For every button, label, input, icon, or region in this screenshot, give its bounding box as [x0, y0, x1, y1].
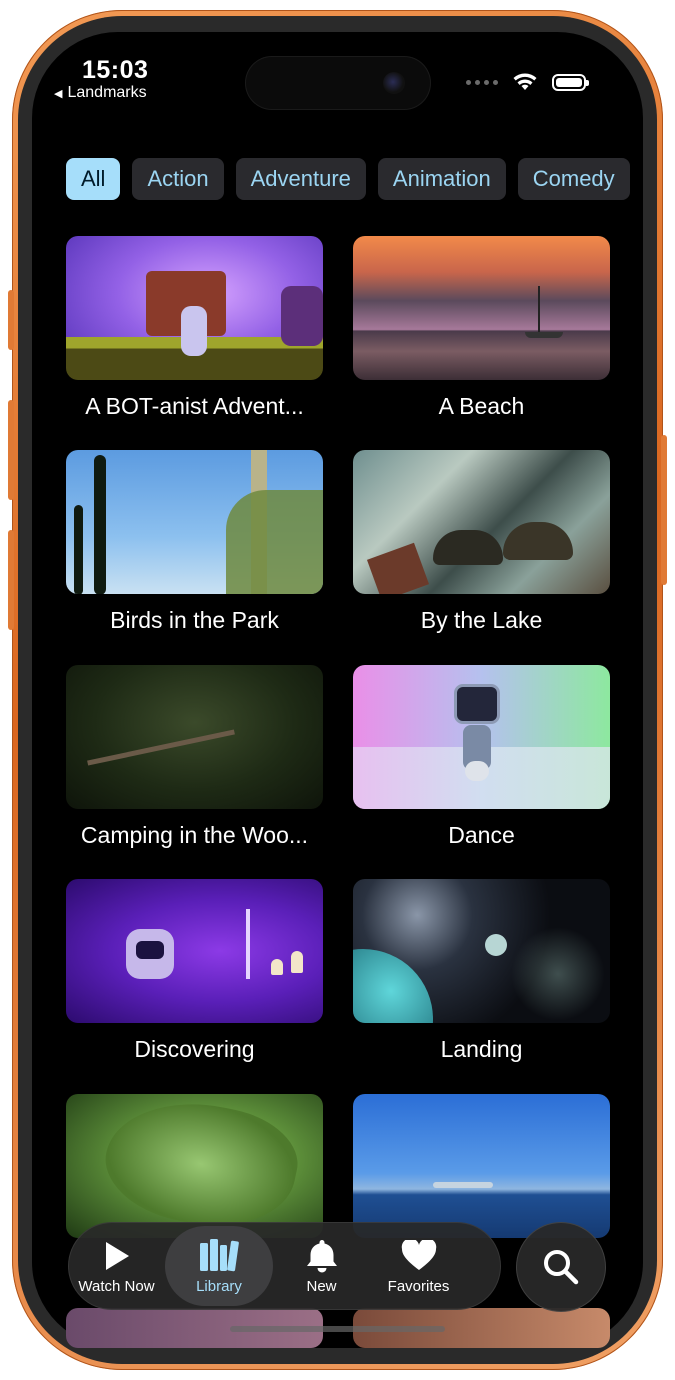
- video-card[interactable]: Birds in the Park: [66, 450, 323, 634]
- status-time: 15:03: [82, 56, 149, 84]
- tab-favorites[interactable]: Favorites: [370, 1226, 467, 1306]
- back-app-label: Landmarks: [67, 84, 147, 101]
- tab-new[interactable]: New: [273, 1226, 370, 1306]
- tab-library[interactable]: Library: [165, 1226, 273, 1306]
- video-title: Camping in the Woo...: [80, 822, 309, 848]
- power-button: [661, 435, 667, 585]
- back-triangle-icon: ◀: [54, 87, 63, 100]
- category-chip-adventure[interactable]: Adventure: [235, 158, 366, 200]
- video-thumbnail[interactable]: [66, 1094, 323, 1238]
- home-indicator: [230, 1326, 445, 1332]
- video-thumbnail[interactable]: [66, 879, 323, 1023]
- video-title: A Beach: [438, 393, 525, 419]
- heart-icon: [401, 1238, 437, 1274]
- category-chip-comedy[interactable]: Comedy: [517, 158, 630, 200]
- volume-down-button: [8, 530, 14, 630]
- tab-label: Watch Now: [78, 1277, 155, 1295]
- volume-up-button: [8, 400, 14, 500]
- video-title: Dance: [448, 822, 515, 848]
- status-indicators: [466, 72, 589, 92]
- tab-label: New: [306, 1277, 337, 1295]
- wifi-icon: [513, 73, 537, 90]
- signal-dots-icon: [466, 79, 498, 85]
- video-thumbnail[interactable]: [353, 450, 610, 594]
- video-thumbnail[interactable]: [66, 450, 323, 594]
- back-to-app-link[interactable]: ◀ Landmarks: [54, 84, 147, 102]
- video-card[interactable]: A BOT-anist Advent...: [66, 236, 323, 420]
- video-card[interactable]: [353, 1094, 610, 1238]
- video-title: By the Lake: [420, 607, 543, 633]
- tab-label: Library: [196, 1277, 242, 1295]
- books-icon: [198, 1238, 240, 1274]
- video-card[interactable]: Landing: [353, 879, 610, 1063]
- tab-bar: Watch Now Library New Favorites: [68, 1222, 501, 1310]
- search-button[interactable]: [516, 1222, 606, 1312]
- video-card[interactable]: A Beach: [353, 236, 610, 420]
- category-chip-animation[interactable]: Animation: [377, 158, 506, 200]
- video-thumbnail[interactable]: [66, 665, 323, 809]
- dynamic-island: [245, 56, 431, 110]
- bell-icon: [305, 1238, 339, 1274]
- video-title: Landing: [440, 1036, 523, 1062]
- play-icon: [102, 1238, 132, 1274]
- video-thumbnail[interactable]: [353, 1094, 610, 1238]
- video-title: Discovering: [134, 1036, 255, 1062]
- video-thumbnail[interactable]: [353, 879, 610, 1023]
- video-card[interactable]: Dance: [353, 665, 610, 849]
- video-thumbnail[interactable]: [353, 236, 610, 380]
- camera-icon: [383, 72, 405, 94]
- video-card[interactable]: Discovering: [66, 879, 323, 1063]
- category-chip-action[interactable]: Action: [132, 158, 224, 200]
- tab-watch-now[interactable]: Watch Now: [68, 1226, 165, 1306]
- search-icon: [544, 1250, 579, 1285]
- video-card[interactable]: By the Lake: [353, 450, 610, 634]
- category-chip-all[interactable]: All: [66, 158, 121, 200]
- video-title: A BOT-anist Advent...: [85, 393, 304, 419]
- category-filter-bar: All Action Adventure Animation Comedy: [66, 158, 639, 200]
- video-card[interactable]: Camping in the Woo...: [66, 665, 323, 849]
- tab-label: Favorites: [387, 1277, 450, 1295]
- video-card[interactable]: [66, 1094, 323, 1238]
- video-thumbnail[interactable]: [353, 665, 610, 809]
- video-thumbnail[interactable]: [66, 236, 323, 380]
- battery-icon: [552, 73, 589, 91]
- action-button: [8, 290, 14, 350]
- video-title: Birds in the Park: [110, 607, 279, 633]
